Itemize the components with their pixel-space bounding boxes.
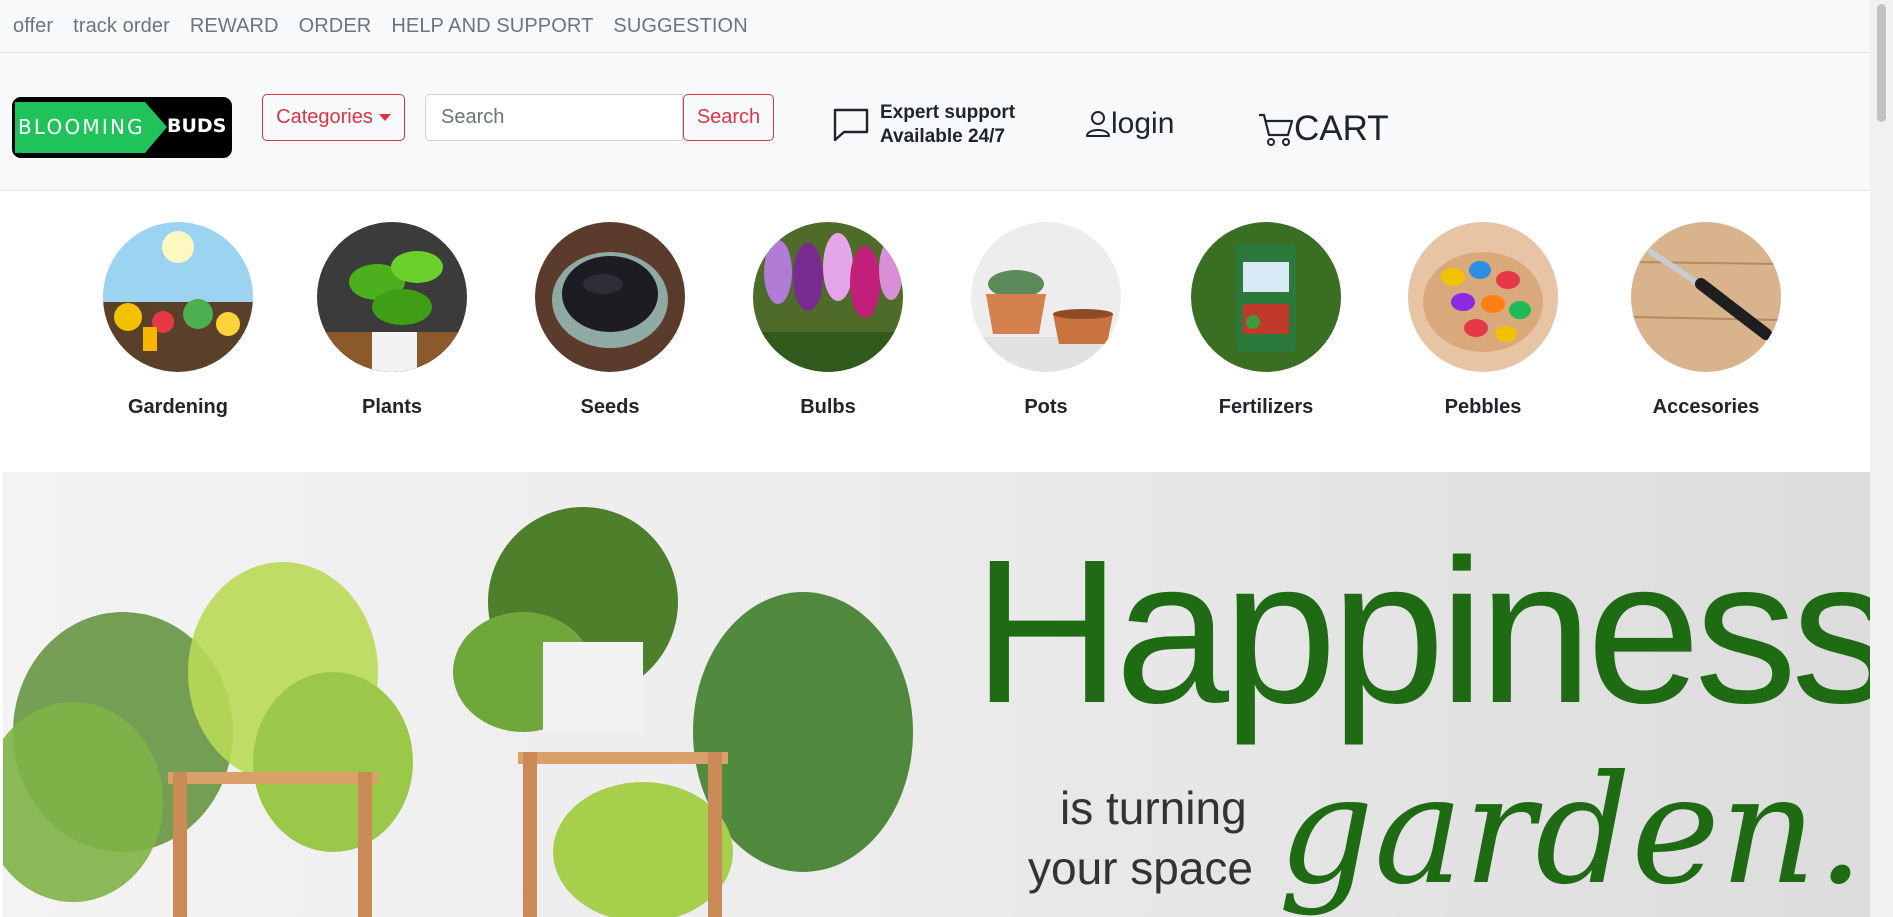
- category-gardening[interactable]: Gardening: [78, 222, 278, 419]
- expert-support[interactable]: Expert support Available 24/7: [832, 101, 1015, 149]
- category-accesories[interactable]: Accesories: [1606, 222, 1806, 419]
- nav-offer[interactable]: offer: [13, 15, 53, 38]
- category-fertilizers-image: [1191, 222, 1341, 372]
- category-seeds[interactable]: Seeds: [510, 222, 710, 419]
- caret-down-icon: [378, 114, 391, 121]
- banner-headline: Happiness: [973, 517, 1871, 746]
- category-pots[interactable]: Pots: [946, 222, 1146, 419]
- nav-help-and-support[interactable]: HELP AND SUPPORT: [391, 15, 593, 38]
- category-pebbles-image: [1408, 222, 1558, 372]
- category-pebbles-label: Pebbles: [1444, 396, 1522, 418]
- categories-dropdown-button[interactable]: Categories: [262, 94, 405, 141]
- plants-illustration: [3, 507, 913, 917]
- scrollbar-thumb[interactable]: [1877, 4, 1886, 122]
- category-seeds-label: Seeds: [580, 396, 640, 418]
- cart-label: CART: [1294, 109, 1389, 148]
- support-line-2: Available 24/7: [880, 126, 1005, 147]
- logo-word-blooming: BLOOMING: [18, 115, 145, 139]
- nav-reward[interactable]: REWARD: [190, 15, 279, 38]
- search-input[interactable]: [425, 94, 683, 141]
- nav-track-order[interactable]: track order: [73, 15, 170, 38]
- nav-order[interactable]: ORDER: [299, 15, 372, 38]
- logo-word-buds: BUDS: [167, 115, 227, 137]
- top-nav: offer track order REWARD ORDER HELP AND …: [0, 0, 1870, 53]
- hero-banner[interactable]: Happiness is turning your space garden..…: [3, 472, 1871, 917]
- cart-link[interactable]: CART: [1258, 109, 1389, 149]
- category-fertilizers-label: Fertilizers: [1218, 396, 1314, 418]
- logo[interactable]: BLOOMING BUDS: [12, 97, 232, 158]
- category-pebbles[interactable]: Pebbles: [1383, 222, 1583, 419]
- banner-line-1: is turning: [1060, 782, 1247, 834]
- cart-icon: [1259, 113, 1294, 146]
- category-accesories-image: [1631, 222, 1781, 372]
- category-pots-label: Pots: [1024, 396, 1068, 418]
- banner-line-2: your space: [1028, 842, 1253, 894]
- support-line-1: Expert support: [880, 102, 1016, 123]
- category-gardening-image: [103, 222, 253, 372]
- category-gardening-label: Gardening: [127, 396, 228, 418]
- category-accesories-label: Accesories: [1652, 396, 1760, 418]
- categories-label: Categories: [276, 106, 373, 128]
- login-link[interactable]: login: [1085, 107, 1174, 141]
- category-pots-image: [971, 222, 1121, 372]
- page: offer track order REWARD ORDER HELP AND …: [0, 0, 1893, 917]
- search-button[interactable]: Search: [683, 94, 774, 141]
- user-icon: [1086, 111, 1110, 137]
- category-plants[interactable]: Plants: [292, 222, 492, 419]
- header: BLOOMING BUDS Categories Search Expert s…: [0, 53, 1870, 191]
- category-bulbs-image: [753, 222, 903, 372]
- chat-bubble-icon: [833, 108, 869, 142]
- nav-suggestion[interactable]: SUGGESTION: [613, 15, 747, 38]
- category-strip: Gardening Plants Seeds Bulbs Pots Fertil…: [0, 192, 1870, 472]
- category-bulbs[interactable]: Bulbs: [728, 222, 928, 419]
- hero-banner-art: Happiness is turning your space garden..…: [3, 507, 1871, 917]
- banner-script: garden...: [1278, 744, 1871, 917]
- category-seeds-image: [535, 222, 685, 372]
- category-plants-label: Plants: [361, 396, 423, 418]
- category-bulbs-label: Bulbs: [800, 396, 856, 418]
- category-fertilizers[interactable]: Fertilizers: [1166, 222, 1366, 419]
- login-label: login: [1111, 107, 1175, 140]
- category-plants-image: [317, 222, 467, 372]
- page-scrollbar[interactable]: [1870, 0, 1893, 917]
